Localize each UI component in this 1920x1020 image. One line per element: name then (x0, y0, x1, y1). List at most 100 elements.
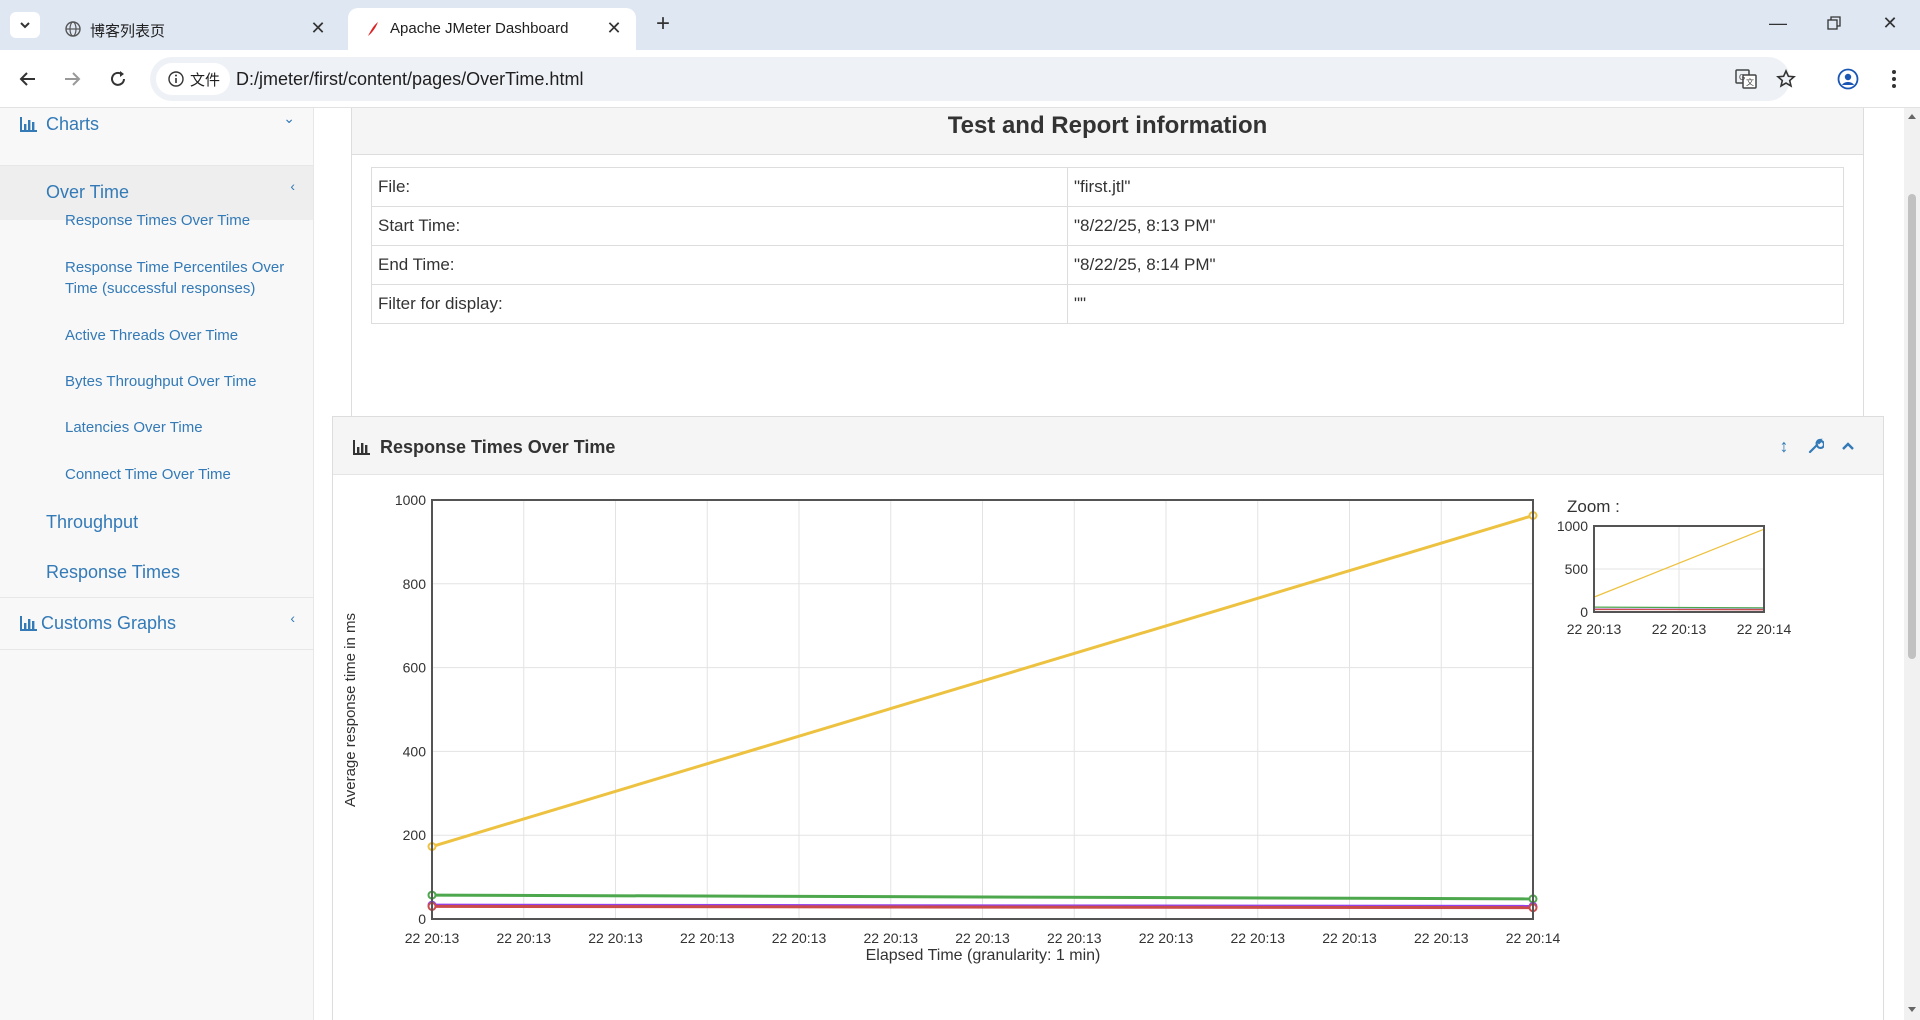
x-tick-label: 22 20:14 (1506, 930, 1561, 946)
x-tick-label: 22 20:13 (1139, 930, 1194, 946)
y-tick-label: 400 (403, 743, 427, 759)
wrench-icon[interactable] (1805, 435, 1827, 457)
sidebar-link-active-threads[interactable]: Active Threads Over Time (65, 325, 295, 346)
y-tick-label: 0 (418, 911, 426, 927)
x-tick-label: 22 20:13 (1322, 930, 1377, 946)
x-tick-label: 22 20:13 (955, 930, 1010, 946)
info-table: File: "first.jtl" Start Time: "8/22/25, 8:… (371, 167, 1844, 324)
x-tick-label: 22 20:13 (1231, 930, 1286, 946)
chevron-left-icon: ‹ (290, 178, 295, 194)
y-axis-label: Average response time in ms (342, 613, 359, 807)
x-axis-label: Elapsed Time (granularity: 1 min) (866, 947, 1101, 964)
reload-icon[interactable] (104, 65, 132, 93)
chevron-down-icon: ⌄ (283, 110, 295, 126)
bar-chart-icon (20, 117, 37, 132)
series-line (431, 893, 1534, 901)
feather-icon (364, 20, 382, 38)
sidebar-item-response-times[interactable]: Response Times (0, 548, 313, 598)
tab-blog-list[interactable]: 博客列表页 ✕ (48, 8, 340, 50)
x-tick-label: 22 20:13 (1047, 930, 1102, 946)
info-key: End Time: (371, 245, 1068, 285)
svg-text:文: 文 (1746, 77, 1754, 87)
scrollbar-thumb[interactable] (1908, 194, 1916, 659)
bar-chart-icon (353, 440, 370, 455)
site-info-chip[interactable]: 文件 (156, 63, 231, 95)
series-line (431, 904, 1534, 910)
menu-kebab-icon[interactable] (1880, 65, 1908, 93)
sidebar-link-latencies[interactable]: Latencies Over Time (65, 417, 295, 438)
close-tab-icon[interactable]: ✕ (604, 18, 624, 38)
forward-icon[interactable] (58, 65, 86, 93)
globe-icon (64, 20, 82, 38)
site-chip-label: 文件 (190, 71, 221, 89)
panel-title: Response Times Over Time (380, 437, 616, 457)
svg-text:G: G (1739, 73, 1745, 82)
scroll-up-arrow-icon[interactable] (1907, 112, 1917, 120)
x-tick-label: 22 20:13 (864, 930, 919, 946)
sidebar-link-response-times-over-time[interactable]: Response Times Over Time (65, 210, 295, 231)
y-tick-label: 800 (403, 576, 427, 592)
sidebar-item-label: Charts (46, 114, 100, 134)
series-line (1593, 606, 1765, 609)
resize-vertical-icon[interactable]: ↕ (1773, 435, 1795, 457)
sidebar-link-response-time-percentiles[interactable]: Response Time Percentiles Over Time (suc… (65, 257, 295, 299)
sidebar-item-throughput[interactable]: Throughput (0, 498, 313, 548)
new-tab-button[interactable]: + (650, 10, 676, 38)
tab-title: Apache JMeter Dashboard (390, 20, 569, 37)
sidebar-item-charts[interactable]: Charts ⌄ (0, 108, 313, 166)
sidebar-item-label: Over Time (46, 182, 130, 202)
info-key: File: (371, 167, 1068, 207)
browser-toolbar: 文件 D:/jmeter/first/content/pages/OverTim… (0, 50, 1920, 108)
translate-icon[interactable]: G文 (1734, 67, 1758, 91)
table-row: File: "first.jtl" (371, 167, 1844, 207)
sidebar-item-customs-graphs[interactable]: Customs Graphs ‹ (0, 598, 313, 650)
minimize-icon[interactable]: — (1758, 8, 1798, 38)
panel-heading: Response Times Over Time ↕ (333, 417, 1883, 475)
y-tick-label: 500 (1565, 561, 1589, 577)
info-value: "8/22/25, 8:13 PM" (1067, 206, 1844, 246)
sidebar-item-label: Throughput (46, 512, 139, 532)
url-text[interactable]: D:/jmeter/first/content/pages/OverTime.h… (236, 69, 583, 90)
chevron-down-icon (20, 22, 30, 29)
info-icon (168, 71, 184, 87)
x-tick-label: 22 20:13 (1652, 621, 1707, 637)
sidebar-link-bytes-throughput[interactable]: Bytes Throughput Over Time (65, 371, 295, 392)
address-bar[interactable]: 文件 D:/jmeter/first/content/pages/OverTim… (150, 57, 1796, 101)
x-tick-label: 22 20:13 (1567, 621, 1622, 637)
sidebar-item-label: Response Times (46, 562, 181, 582)
x-tick-label: 22 20:13 (405, 930, 460, 946)
close-tab-icon[interactable]: ✕ (308, 18, 328, 38)
collapse-chevron-up-icon[interactable] (1837, 435, 1859, 457)
tab-title: 博客列表页 (90, 23, 166, 40)
tab-strip: 博客列表页 ✕ Apache JMeter Dashboard ✕ + — ✕ (0, 0, 1920, 50)
x-tick-label: 22 20:13 (588, 930, 643, 946)
x-tick-label: 22 20:14 (1737, 621, 1792, 637)
info-key: Start Time: (371, 206, 1068, 246)
info-key: Filter for display: (371, 284, 1068, 324)
back-icon[interactable] (14, 65, 42, 93)
info-value: "8/22/25, 8:14 PM" (1067, 245, 1844, 285)
table-row: Filter for display: "" (371, 284, 1844, 324)
tab-search-button[interactable] (10, 12, 40, 38)
restore-icon[interactable] (1814, 8, 1854, 38)
x-tick-label: 22 20:13 (680, 930, 735, 946)
sidebar-link-connect-time[interactable]: Connect Time Over Time (65, 464, 295, 485)
y-tick-label: 1000 (395, 492, 426, 508)
x-tick-label: 22 20:13 (497, 930, 552, 946)
page-scrollbar[interactable] (1904, 108, 1920, 1020)
test-report-info-panel: Test and Report information File: "first.… (351, 108, 1864, 468)
zoom-label: Zoom : (1567, 497, 1620, 516)
scroll-down-arrow-icon[interactable] (1907, 1006, 1917, 1014)
sidebar: Charts ⌄ Over Time ‹ Response Times Over… (0, 108, 314, 1020)
panel-title: Test and Report information (947, 112, 1268, 139)
sidebar-item-label: Customs Graphs (41, 613, 177, 633)
bookmark-star-icon[interactable] (1774, 67, 1798, 91)
bar-chart-icon (20, 616, 37, 631)
profile-icon[interactable] (1834, 65, 1862, 93)
zoom-overview-chart[interactable]: 0 500 1000 22 20:13 22 20:13 22 20:14 (1553, 517, 1833, 647)
table-row: Start Time: "8/22/25, 8:13 PM" (371, 206, 1844, 246)
tab-jmeter-dashboard[interactable]: Apache JMeter Dashboard ✕ (348, 8, 636, 50)
main-content: Test and Report information File: "first.… (314, 108, 1904, 1020)
chevron-left-icon: ‹ (290, 610, 295, 626)
close-window-icon[interactable]: ✕ (1870, 8, 1910, 38)
